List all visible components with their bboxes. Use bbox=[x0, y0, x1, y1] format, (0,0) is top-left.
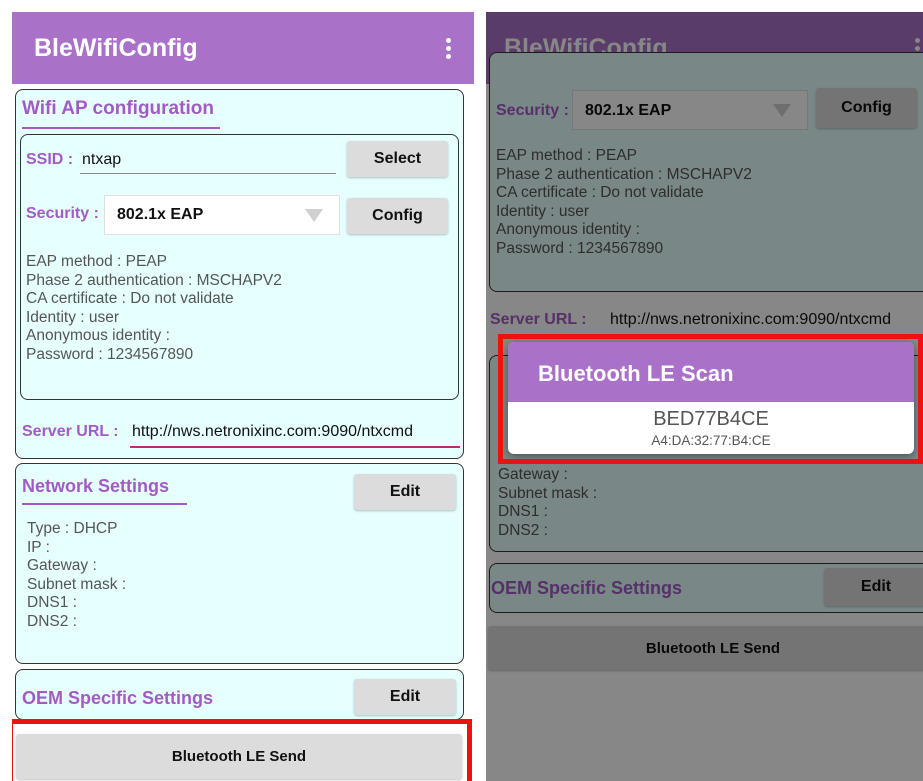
network-title-underline bbox=[22, 503, 187, 505]
dropdown-arrow-icon bbox=[305, 209, 323, 222]
server-url-label: Server URL : bbox=[22, 423, 119, 440]
ssid-input[interactable]: ntxap bbox=[82, 151, 334, 169]
network-edit-button[interactable]: Edit bbox=[354, 474, 456, 510]
scan-dialog-highlight bbox=[498, 334, 923, 464]
wifi-ap-title-underline bbox=[22, 127, 220, 129]
network-info-text: Type : DHCP IP : Gateway : Subnet mask :… bbox=[27, 520, 127, 630]
app-title: BleWifiConfig bbox=[34, 34, 198, 62]
server-url-underline bbox=[130, 446, 460, 448]
wifi-ap-section-title: Wifi AP configuration bbox=[22, 98, 214, 119]
network-settings-title: Network Settings bbox=[22, 476, 170, 496]
security-label: Security : bbox=[26, 205, 99, 222]
overflow-menu-icon[interactable] bbox=[446, 38, 452, 60]
server-url-input[interactable]: http://nws.netronixinc.com:9090/ntxcmd bbox=[132, 423, 462, 441]
main-screen: BleWifiConfig Wifi AP configuration SSID… bbox=[12, 12, 474, 781]
security-selected-value: 802.1x EAP bbox=[117, 206, 204, 223]
scan-screen: BleWifiConfig Security : 802.1x EAP Conf… bbox=[486, 12, 923, 781]
oem-settings-title: OEM Specific Settings bbox=[22, 688, 214, 708]
ssid-input-underline bbox=[80, 173, 336, 174]
eap-info-text: EAP method : PEAP Phase 2 authentication… bbox=[26, 253, 282, 363]
ssid-label: SSID : bbox=[26, 151, 74, 168]
send-button-highlight bbox=[12, 719, 472, 781]
app-bar: BleWifiConfig bbox=[12, 12, 474, 84]
security-config-button[interactable]: Config bbox=[347, 198, 448, 234]
oem-edit-button[interactable]: Edit bbox=[354, 679, 456, 715]
select-ssid-button[interactable]: Select bbox=[347, 141, 448, 177]
security-dropdown[interactable]: 802.1x EAP bbox=[104, 195, 340, 235]
